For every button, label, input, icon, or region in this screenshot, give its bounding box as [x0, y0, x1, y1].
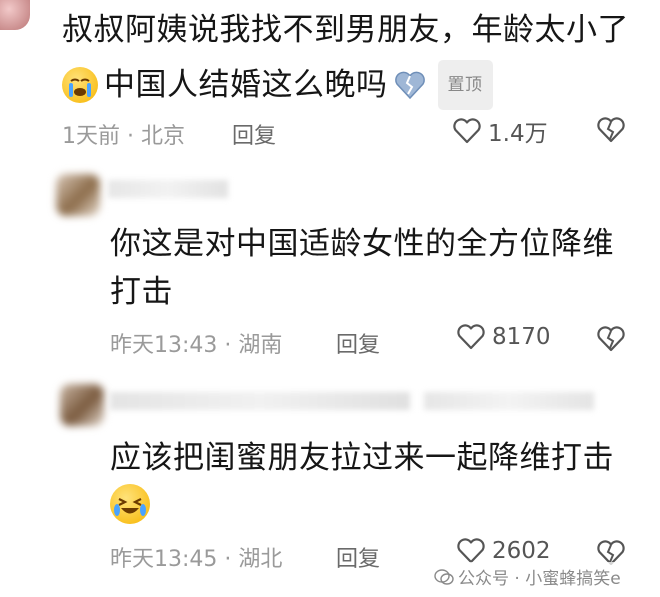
pinned-badge: 置顶	[437, 60, 493, 110]
dislike-heart-icon[interactable]	[596, 325, 626, 353]
crying-face-icon	[62, 67, 98, 103]
comment-text: 中国人结婚这么晚吗	[104, 67, 388, 103]
like-button[interactable]: 8170	[456, 323, 551, 351]
avatar[interactable]	[60, 384, 104, 426]
reply-text-line2: 打击	[110, 274, 173, 310]
like-count: 8170	[492, 324, 551, 350]
reply-text-line1: 你这是对中国适龄女性的全方位降维	[110, 226, 614, 262]
username-extra	[424, 392, 594, 410]
reply-button[interactable]: 回复	[336, 541, 380, 573]
like-button[interactable]: 1.4万	[452, 114, 548, 148]
laughing-face-icon	[110, 484, 150, 524]
username[interactable]	[110, 392, 410, 410]
like-count: 1.4万	[488, 121, 548, 147]
like-button[interactable]: 2602	[456, 537, 551, 565]
avatar[interactable]	[0, 0, 30, 30]
like-count: 2602	[492, 538, 551, 564]
heart-icon	[453, 118, 481, 144]
reply-text-line1: 应该把闺蜜朋友拉过来一起降维打击	[110, 440, 614, 476]
comment-text-line2: 中国人结婚这么晚吗 置顶	[62, 60, 493, 110]
time-location: 1天前 · 北京	[62, 124, 185, 149]
watermark: 公众号 · 小蜜蜂搞笑e	[430, 562, 625, 591]
reply-button[interactable]: 回复	[336, 327, 380, 359]
broken-heart-icon	[394, 71, 425, 100]
heart-icon	[457, 538, 485, 564]
heart-icon	[457, 324, 485, 350]
username[interactable]	[108, 180, 228, 198]
time-location: 昨天13:43 · 湖南	[110, 333, 283, 358]
time-location: 昨天13:45 · 湖北	[110, 547, 283, 572]
wechat-icon	[434, 568, 454, 585]
watermark-text: 公众号 · 小蜜蜂搞笑e	[458, 569, 621, 589]
comment-text-line1: 叔叔阿姨说我找不到男朋友，年龄太小了	[62, 12, 629, 48]
avatar[interactable]	[56, 174, 100, 216]
dislike-heart-icon[interactable]	[596, 116, 626, 144]
reply-button[interactable]: 回复	[232, 118, 276, 150]
